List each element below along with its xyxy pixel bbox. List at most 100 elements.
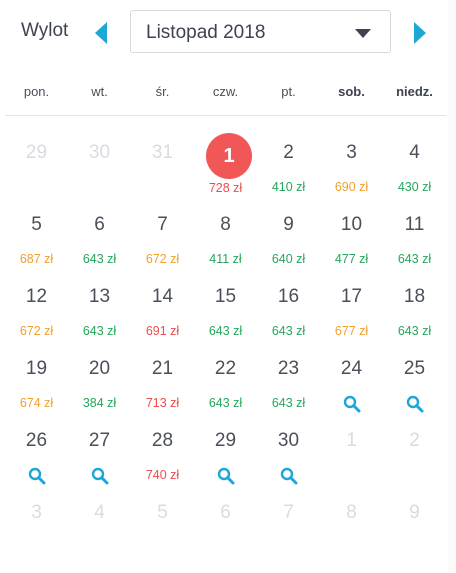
day-price: 640 zł [271, 252, 306, 266]
day-cell[interactable]: 6 643 zł [68, 202, 131, 272]
day-cell[interactable]: 25 [383, 346, 446, 416]
day-number: 25 [403, 358, 426, 379]
day-number: 6 [220, 502, 231, 523]
day-cell: 9 [383, 490, 446, 560]
day-cell[interactable]: 11 643 zł [383, 202, 446, 272]
day-cell[interactable]: 29 [194, 418, 257, 488]
day-cell: 5 [131, 490, 194, 560]
day-cell[interactable]: 20 384 zł [68, 346, 131, 416]
day-price: 430 zł [397, 180, 432, 194]
day-price: 643 zł [271, 396, 306, 410]
day-number: 7 [157, 214, 168, 235]
search-icon[interactable] [217, 467, 235, 485]
day-number: 23 [277, 358, 300, 379]
day-price: 411 zł [209, 252, 242, 266]
day-cell: 31 [131, 130, 194, 200]
day-number: 20 [88, 358, 111, 379]
day-cell[interactable]: 9 640 zł [257, 202, 320, 272]
day-cell[interactable]: 18 643 zł [383, 274, 446, 344]
day-cell[interactable]: 26 [5, 418, 68, 488]
day-cell[interactable]: 22 643 zł [194, 346, 257, 416]
day-number: 16 [277, 286, 300, 307]
day-cell[interactable]: 2 410 zł [257, 130, 320, 200]
day-number: 6 [94, 214, 105, 235]
search-icon[interactable] [406, 395, 424, 413]
day-price: 643 zł [397, 324, 432, 338]
day-cell[interactable]: 27 [68, 418, 131, 488]
month-select[interactable]: Listopad 2018 [130, 10, 391, 53]
day-cell[interactable]: 19 674 zł [5, 346, 68, 416]
day-price: 410 zł [271, 180, 306, 194]
day-number: 31 [151, 142, 174, 163]
day-cell: 2 [383, 418, 446, 488]
day-number: 14 [151, 286, 174, 307]
day-cell[interactable]: 3 690 zł [320, 130, 383, 200]
day-number: 7 [283, 502, 294, 523]
next-month-button[interactable] [412, 22, 426, 44]
day-cell-today[interactable]: 1 728 zł [194, 130, 257, 200]
day-number: 1 [346, 430, 357, 451]
date-picker-header: Wylot Listopad 2018 [0, 0, 456, 70]
search-icon[interactable] [280, 467, 298, 485]
day-number: 5 [157, 502, 168, 523]
day-cell[interactable]: 15 643 zł [194, 274, 257, 344]
weekday-fri: pt. [281, 84, 296, 99]
search-icon[interactable] [28, 467, 46, 485]
search-icon[interactable] [91, 467, 109, 485]
day-number: 18 [403, 286, 426, 307]
caret-down-icon [355, 29, 371, 38]
departure-label: Wylot [21, 20, 69, 41]
day-price: 740 zł [145, 468, 180, 482]
day-number: 22 [214, 358, 237, 379]
day-cell[interactable]: 12 672 zł [5, 274, 68, 344]
day-cell[interactable]: 13 643 zł [68, 274, 131, 344]
day-price: 384 zł [82, 396, 117, 410]
day-cell[interactable]: 7 672 zł [131, 202, 194, 272]
day-cell[interactable]: 17 677 zł [320, 274, 383, 344]
day-number: 9 [283, 214, 294, 235]
day-number: 8 [220, 214, 231, 235]
scrollbar[interactable] [448, 0, 456, 573]
day-number: 27 [88, 430, 111, 451]
day-price: 643 zł [397, 252, 432, 266]
day-price: 687 zł [19, 252, 54, 266]
day-number: 5 [31, 214, 42, 235]
day-price: 713 zł [145, 396, 180, 410]
day-price: 477 zł [334, 252, 369, 266]
day-number: 8 [346, 502, 357, 523]
day-price: 672 zł [145, 252, 180, 266]
day-cell[interactable]: 14 691 zł [131, 274, 194, 344]
day-cell[interactable]: 28 740 zł [131, 418, 194, 488]
weekday-tue: wt. [91, 84, 108, 99]
day-number: 30 [277, 430, 300, 451]
day-cell[interactable]: 10 477 zł [320, 202, 383, 272]
day-cell: 6 [194, 490, 257, 560]
day-price: 643 zł [82, 324, 117, 338]
day-cell: 3 [5, 490, 68, 560]
day-cell[interactable]: 21 713 zł [131, 346, 194, 416]
day-cell: 4 [68, 490, 131, 560]
day-price: 691 zł [145, 324, 180, 338]
day-cell[interactable]: 23 643 zł [257, 346, 320, 416]
day-cell[interactable]: 24 [320, 346, 383, 416]
day-number: 2 [409, 430, 420, 451]
day-number: 2 [283, 142, 294, 163]
day-cell[interactable]: 8 411 zł [194, 202, 257, 272]
day-number: 19 [25, 358, 48, 379]
day-price: 690 zł [334, 180, 369, 194]
day-price: 643 zł [271, 324, 306, 338]
day-cell[interactable]: 4 430 zł [383, 130, 446, 200]
weekday-sun: niedz. [396, 84, 433, 99]
weekday-mon: pon. [23, 84, 50, 99]
prev-month-button[interactable] [95, 22, 109, 44]
day-number: 13 [88, 286, 111, 307]
day-cell[interactable]: 30 [257, 418, 320, 488]
day-number: 29 [214, 430, 237, 451]
day-cell[interactable]: 16 643 zł [257, 274, 320, 344]
search-icon[interactable] [343, 395, 361, 413]
day-cell[interactable]: 5 687 zł [5, 202, 68, 272]
day-number: 12 [25, 286, 48, 307]
day-cell: 29 [5, 130, 68, 200]
day-price: 672 zł [19, 324, 54, 338]
day-cell: 30 [68, 130, 131, 200]
